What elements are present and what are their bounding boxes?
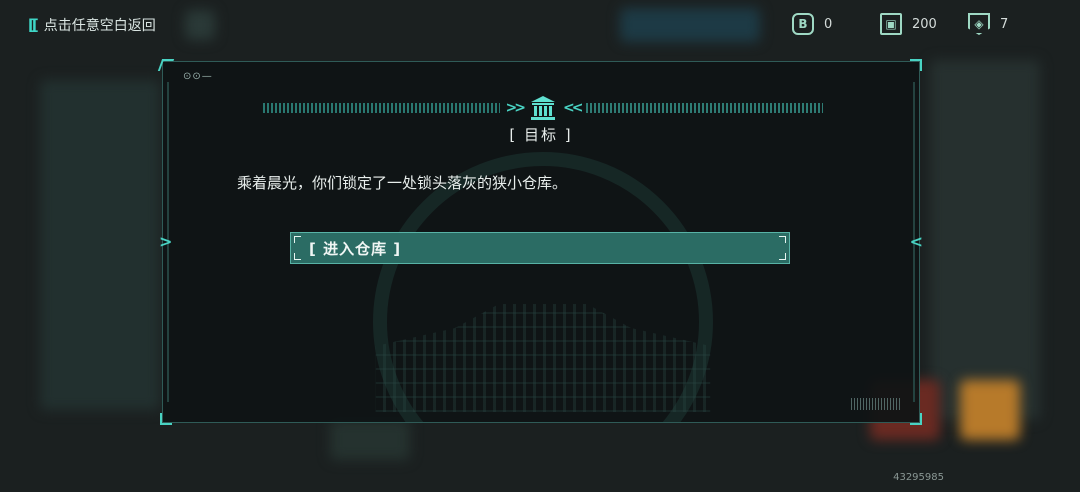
resource-badge-value: 7 <box>1000 16 1009 32</box>
hatch-left <box>263 103 500 113</box>
panel-title: [ 目标 ] <box>509 126 573 144</box>
resource-coin-value: 0 <box>824 16 833 32</box>
button-corner <box>294 253 301 260</box>
event-panel: > < ⊙⊙— >> << [ 目标 ] 乘着晨光，你们锁定了一处锁头落灰的狭小… <box>157 59 923 425</box>
double-chevron-left-icon: << <box>563 100 584 116</box>
corner-top-left <box>157 59 175 71</box>
button-corner <box>779 236 786 243</box>
resource-chip: ▣ 200 <box>880 10 937 38</box>
back-hint[interactable]: [[ 点击任意空白返回 <box>28 14 156 36</box>
enter-warehouse-label: [ 进入仓库 ] <box>309 239 402 258</box>
bank-icon <box>529 94 557 122</box>
badge-icon: ◈ <box>968 13 990 35</box>
button-corner <box>779 253 786 260</box>
hatch-right <box>586 103 823 113</box>
resource-chip-value: 200 <box>912 16 937 32</box>
chevron-left-icon: < <box>909 232 923 251</box>
chip-icon: ▣ <box>880 13 902 35</box>
bg-panel-right <box>930 60 1040 420</box>
chevron-right-icon: > <box>159 232 173 251</box>
resource-badge: ◈ 7 <box>968 10 1008 38</box>
resource-coin: B 0 <box>792 10 832 38</box>
bg-button-top <box>620 8 760 42</box>
corner-top-right <box>910 59 922 71</box>
user-id: 43295985 <box>893 472 944 483</box>
bg-item-bottom <box>330 420 410 460</box>
enter-warehouse-button[interactable]: [ 进入仓库 ] <box>290 232 790 264</box>
bracket-back-icon: [[ <box>28 16 39 34</box>
status-dots: ⊙⊙— <box>183 71 213 82</box>
bg-square-top <box>185 10 215 40</box>
corner-bottom-left <box>160 413 172 425</box>
double-chevron-right-icon: >> <box>505 100 527 116</box>
coin-b-icon: B <box>792 13 814 35</box>
back-label: 点击任意空白返回 <box>43 18 156 34</box>
bg-panel-left <box>40 80 160 410</box>
button-corner <box>294 236 301 243</box>
panel-header: >> << <box>263 93 823 123</box>
story-text: 乘着晨光，你们锁定了一处锁头落灰的狭小仓库。 <box>237 174 568 192</box>
bg-orange-button <box>960 380 1020 440</box>
corner-bottom-right <box>910 413 922 425</box>
barcode-decor <box>851 398 901 410</box>
